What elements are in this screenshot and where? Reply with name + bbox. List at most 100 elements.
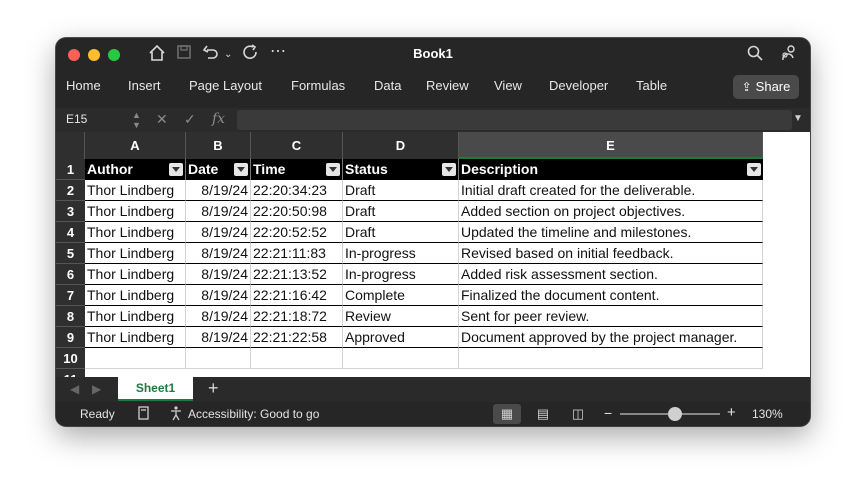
cell-author[interactable]: Thor Lindberg xyxy=(85,306,186,327)
cell-status[interactable]: Review xyxy=(343,306,459,327)
cell-status[interactable]: Approved xyxy=(343,327,459,348)
row-header-1[interactable]: 1 xyxy=(56,159,85,180)
row-header-4[interactable]: 4 xyxy=(56,222,85,243)
macro-recording-icon[interactable] xyxy=(136,405,152,424)
cell-date[interactable]: 8/19/24 xyxy=(186,180,251,201)
select-all-corner[interactable] xyxy=(56,132,85,159)
filter-dropdown-icon[interactable] xyxy=(169,163,183,176)
tab-formulas[interactable]: Formulas xyxy=(291,78,345,94)
insert-function-icon[interactable]: fx xyxy=(212,111,225,127)
tab-home[interactable]: Home xyxy=(66,78,101,94)
table-header-status[interactable]: Status xyxy=(343,159,459,180)
previous-sheet-icon[interactable]: ◀ xyxy=(70,382,79,396)
cell-time[interactable]: 22:21:16:42 xyxy=(251,285,343,306)
page-layout-view-icon[interactable]: ▤ xyxy=(529,404,557,424)
cell-description[interactable]: Document approved by the project manager… xyxy=(459,327,763,348)
confirm-entry-icon[interactable]: ✓ xyxy=(184,111,196,128)
zoom-window-button[interactable] xyxy=(108,49,120,61)
formula-input[interactable] xyxy=(237,110,792,130)
table-header-description[interactable]: Description xyxy=(459,159,763,180)
zoom-in-button[interactable]: + xyxy=(727,404,736,421)
undo-dropdown-chevron-icon[interactable]: ⌄ xyxy=(224,45,232,65)
cell-description[interactable]: Added risk assessment section. xyxy=(459,264,763,285)
cell-description[interactable]: Initial draft created for the deliverabl… xyxy=(459,180,763,201)
cell-status[interactable]: Draft xyxy=(343,222,459,243)
cell-time[interactable]: 22:21:13:52 xyxy=(251,264,343,285)
cell-time[interactable]: 22:21:22:58 xyxy=(251,327,343,348)
cell-time[interactable]: 22:20:52:52 xyxy=(251,222,343,243)
cell-time[interactable]: 22:21:11:83 xyxy=(251,243,343,264)
cell-author[interactable]: Thor Lindberg xyxy=(85,201,186,222)
cell-empty[interactable] xyxy=(459,348,763,369)
zoom-out-button[interactable]: − xyxy=(604,405,612,421)
tab-insert[interactable]: Insert xyxy=(128,78,161,94)
zoom-slider-handle[interactable] xyxy=(668,407,682,421)
cell-author[interactable]: Thor Lindberg xyxy=(85,222,186,243)
cell-date[interactable]: 8/19/24 xyxy=(186,306,251,327)
row-header-5[interactable]: 5 xyxy=(56,243,85,264)
normal-view-icon[interactable]: ▦ xyxy=(493,404,521,424)
redo-icon[interactable] xyxy=(242,44,260,68)
tab-developer[interactable]: Developer xyxy=(549,78,608,94)
expand-formula-bar-icon[interactable]: ▼ xyxy=(793,113,803,124)
column-header-d[interactable]: D xyxy=(343,132,459,159)
row-header-10[interactable]: 10 xyxy=(56,348,85,369)
cell-date[interactable]: 8/19/24 xyxy=(186,243,251,264)
cell-description[interactable]: Updated the timeline and milestones. xyxy=(459,222,763,243)
cell-empty[interactable] xyxy=(186,348,251,369)
cell-date[interactable]: 8/19/24 xyxy=(186,201,251,222)
column-header-b[interactable]: B xyxy=(186,132,251,159)
table-header-author[interactable]: Author xyxy=(85,159,186,180)
table-header-date[interactable]: Date xyxy=(186,159,251,180)
add-sheet-button[interactable]: + xyxy=(208,378,219,399)
next-sheet-icon[interactable]: ▶ xyxy=(92,382,101,396)
cell-author[interactable]: Thor Lindberg xyxy=(85,243,186,264)
cell-time[interactable]: 22:21:18:72 xyxy=(251,306,343,327)
filter-dropdown-icon[interactable] xyxy=(234,163,248,176)
cell-author[interactable]: Thor Lindberg xyxy=(85,264,186,285)
cell-empty[interactable] xyxy=(343,348,459,369)
cell-author[interactable]: Thor Lindberg xyxy=(85,285,186,306)
cell-date[interactable]: 8/19/24 xyxy=(186,285,251,306)
accessibility-icon[interactable] xyxy=(168,405,184,424)
name-box-stepper-icon[interactable]: ▲ ▼ xyxy=(132,110,141,130)
tab-review[interactable]: Review xyxy=(426,78,469,94)
table-header-time[interactable]: Time xyxy=(251,159,343,180)
row-header-3[interactable]: 3 xyxy=(56,201,85,222)
cell-empty[interactable] xyxy=(251,348,343,369)
cell-status[interactable]: Draft xyxy=(343,201,459,222)
column-header-c[interactable]: C xyxy=(251,132,343,159)
page-break-preview-icon[interactable]: ◫ xyxy=(564,404,592,424)
tab-table[interactable]: Table xyxy=(636,78,667,94)
filter-dropdown-icon[interactable] xyxy=(326,163,340,176)
cell-time[interactable]: 22:20:50:98 xyxy=(251,201,343,222)
cell-date[interactable]: 8/19/24 xyxy=(186,222,251,243)
accessibility-status[interactable]: Accessibility: Good to go xyxy=(188,407,319,421)
cell-description[interactable]: Added section on project objectives. xyxy=(459,201,763,222)
minimize-window-button[interactable] xyxy=(88,49,100,61)
cell-status[interactable]: In-progress xyxy=(343,264,459,285)
cell-status[interactable]: Complete xyxy=(343,285,459,306)
cell-description[interactable]: Sent for peer review. xyxy=(459,306,763,327)
filter-dropdown-icon[interactable] xyxy=(442,163,456,176)
tab-data[interactable]: Data xyxy=(374,78,401,94)
cell-status[interactable]: In-progress xyxy=(343,243,459,264)
cell-description[interactable]: Finalized the document content. xyxy=(459,285,763,306)
sheet-tab-sheet1[interactable]: Sheet1 xyxy=(118,377,193,401)
row-header-7[interactable]: 7 xyxy=(56,285,85,306)
cell-author[interactable]: Thor Lindberg xyxy=(85,180,186,201)
row-header-9[interactable]: 9 xyxy=(56,327,85,348)
save-icon[interactable] xyxy=(176,44,192,66)
row-header-11[interactable]: 11 xyxy=(56,369,85,377)
home-icon[interactable] xyxy=(148,44,166,68)
column-header-e[interactable]: E xyxy=(459,132,763,159)
cell-date[interactable]: 8/19/24 xyxy=(186,264,251,285)
cell-empty[interactable] xyxy=(85,348,186,369)
share-button[interactable]: ⇪ Share xyxy=(733,75,799,99)
tab-page-layout[interactable]: Page Layout xyxy=(189,78,262,94)
worksheet-grid[interactable]: A B C D E 1 2 3 4 5 6 7 8 9 10 11 Author… xyxy=(56,132,810,377)
zoom-level[interactable]: 130% xyxy=(752,407,783,421)
cell-status[interactable]: Draft xyxy=(343,180,459,201)
account-icon[interactable] xyxy=(780,44,798,68)
cell-date[interactable]: 8/19/24 xyxy=(186,327,251,348)
